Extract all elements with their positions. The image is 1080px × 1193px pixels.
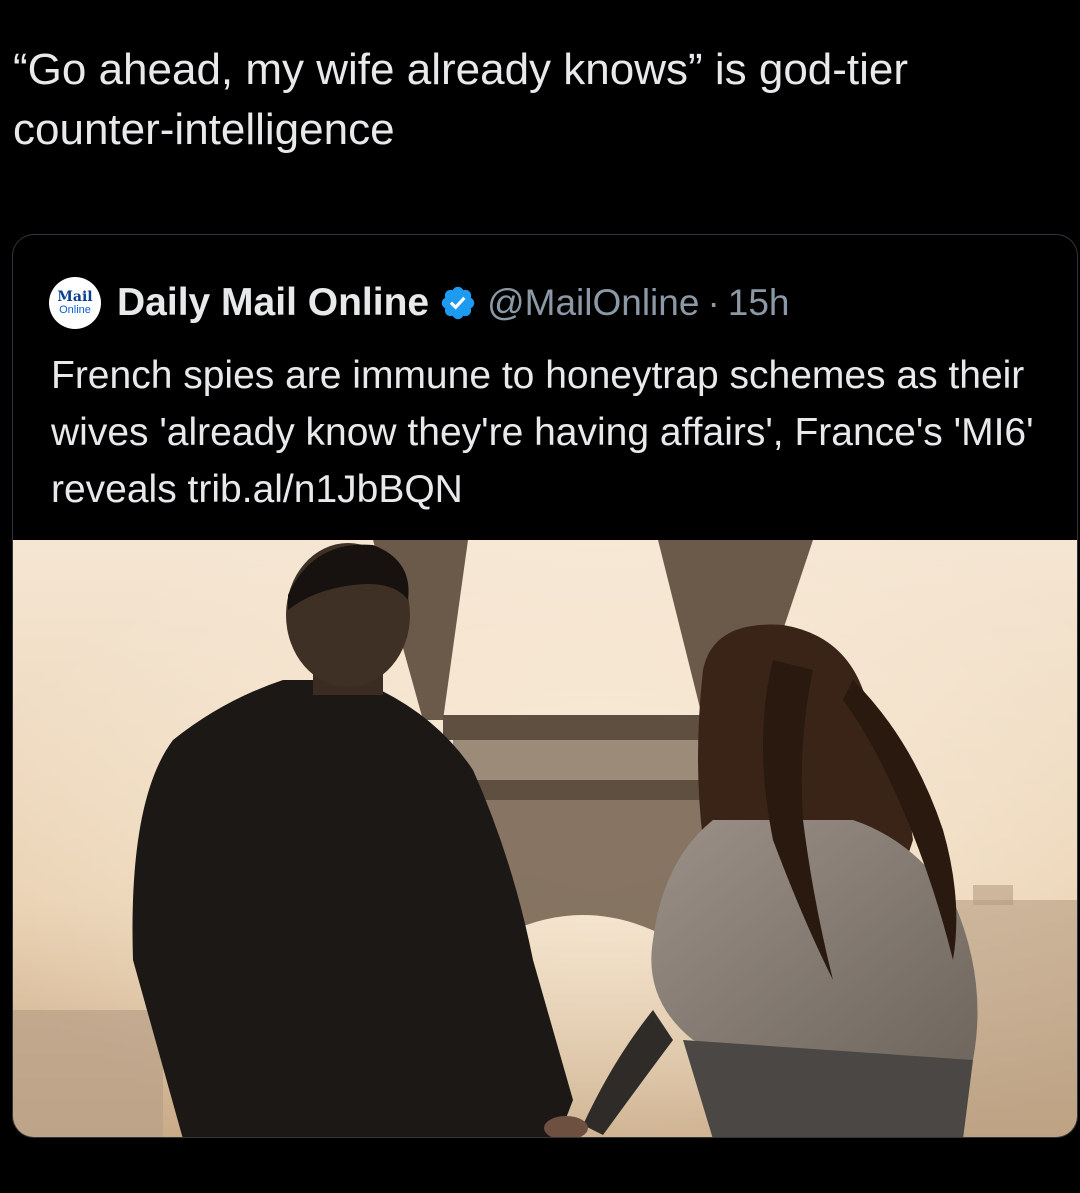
separator-dot: · [707,282,720,323]
avatar-logo-online: Online [59,304,91,316]
quoted-post-text: French spies are immune to honeytrap sch… [51,354,1034,511]
quoted-post-card[interactable]: Mail Online Daily Mail Online @MailOnlin… [12,234,1078,1138]
avatar[interactable]: Mail Online [49,277,101,329]
avatar-logo-mail: Mail [57,289,93,305]
timestamp[interactable]: 15h [728,282,790,324]
handle[interactable]: @MailOnline [487,282,699,324]
display-name[interactable]: Daily Mail Online [117,281,429,325]
post-text: “Go ahead, my wife already knows” is god… [13,45,909,154]
verified-badge-icon [441,286,475,320]
quoted-post-header: Mail Online Daily Mail Online @MailOnlin… [49,275,790,331]
couple-eiffel-tower-photo[interactable] [13,540,1078,1138]
